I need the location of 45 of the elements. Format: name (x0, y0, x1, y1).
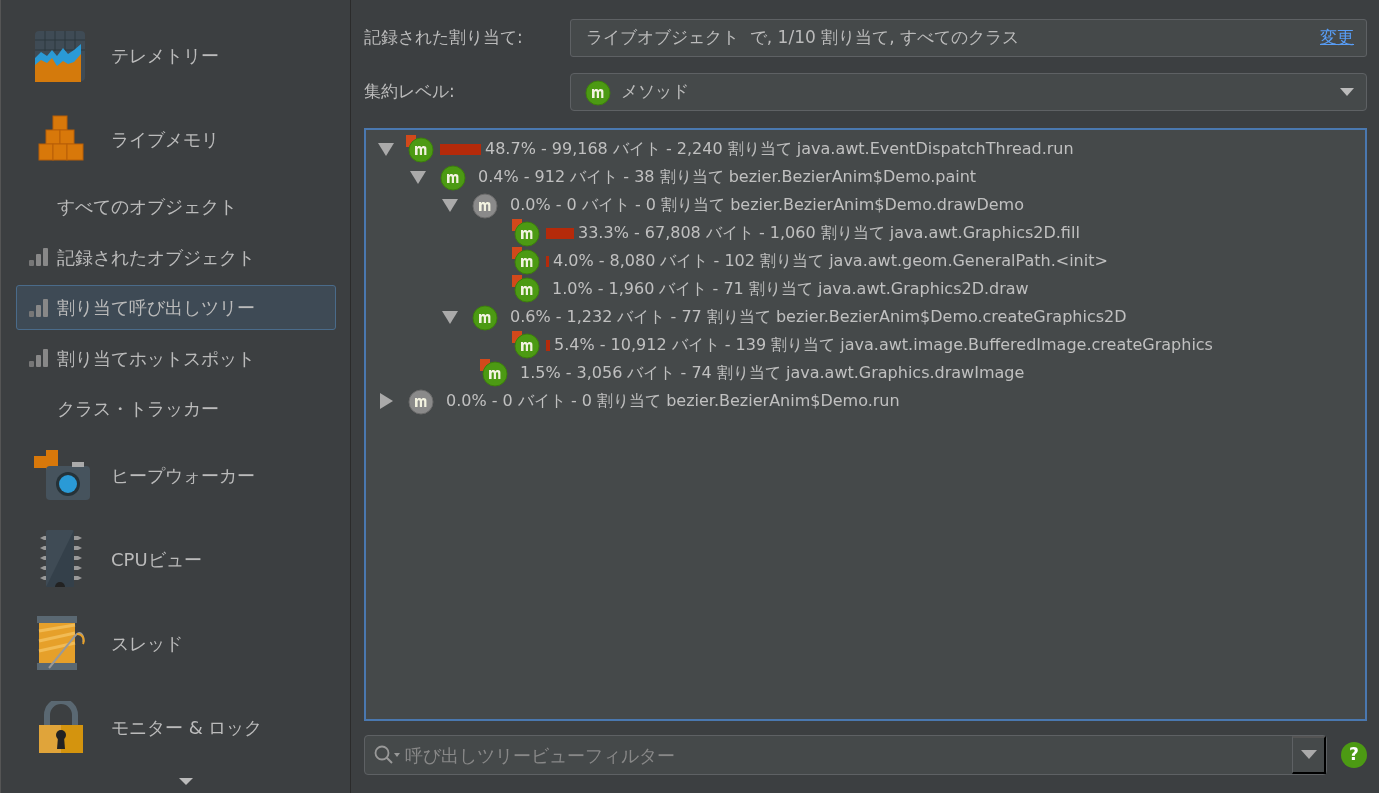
tree-node[interactable]: 48.7% - 99,168 バイト - 2,240 割り当て java.awt.EventDispatchThread.run (376, 135, 1365, 163)
sidebar-section[interactable]: ライブメモリ (16, 97, 336, 182)
change-link[interactable]: 変更 (1320, 25, 1354, 51)
allocation-bar (546, 339, 550, 351)
aggregation-level-dropdown[interactable]: メソッド (570, 73, 1367, 111)
sidebar-section[interactable]: モニター & ロック (16, 685, 336, 770)
aggregation-level-value: メソッド (621, 80, 689, 104)
tree-node[interactable]: 33.3% - 67,808 バイト - 1,060 割り当て java.awt.Graphics2D.fill (376, 219, 1365, 247)
tree-node[interactable]: 1.0% - 1,960 バイト - 71 割り当て java.awt.Graphics2D.draw (376, 275, 1365, 303)
method-icon (583, 78, 611, 106)
tree-node[interactable]: 0.6% - 1,232 バイト - 77 割り当て bezier.BezierAnim$Demo.createGraphics2D (376, 303, 1365, 331)
tree-node[interactable]: 5.4% - 10,912 バイト - 139 割り当て java.awt.image.BufferedImage.createGraphics (376, 331, 1365, 359)
tree-node[interactable]: 1.5% - 3,056 バイト - 74 割り当て java.awt.Graphics.drawImage (376, 359, 1365, 387)
padlock-icon (39, 701, 83, 754)
sidebar-item[interactable]: クラス・トラッカー (16, 386, 336, 431)
recorded-allocations-label: 記録された割り当て: (364, 26, 524, 50)
expanded-toggle-icon[interactable] (408, 168, 428, 186)
scroll-down-icon[interactable] (179, 777, 193, 786)
recorded-allocations-value: ライブオブジェクト で, 1/10 割り当て, すべてのクラス (586, 26, 1019, 50)
tree-node[interactable]: 4.0% - 8,080 バイト - 102 割り当て java.awt.geom.GeneralPath.<init> (376, 247, 1365, 275)
caret-icon (1340, 87, 1354, 97)
sidebar-section[interactable]: スレッド (16, 601, 336, 686)
sidebar-item[interactable]: 割り当て呼び出しツリー (16, 285, 336, 330)
expanded-toggle-icon[interactable] (376, 140, 396, 158)
caret-icon (1300, 750, 1317, 760)
allocation-bar (546, 255, 549, 267)
expanded-toggle-icon[interactable] (440, 308, 460, 326)
expanded-toggle-icon[interactable] (440, 196, 460, 214)
spool-icon (35, 616, 87, 671)
tree-node[interactable]: 0.0% - 0 バイト - 0 割り当て bezier.BezierAnim$Demo.run (376, 387, 1365, 415)
sidebar-item[interactable]: すべてのオブジェクト (16, 184, 336, 230)
filter-dropdown-button[interactable] (1292, 736, 1326, 774)
chart-icon (34, 29, 88, 82)
help-icon[interactable]: ? (1341, 742, 1367, 768)
sidebar-item[interactable]: 記録されたオブジェクト (16, 235, 336, 280)
allocation-bar (546, 227, 574, 239)
tree-node[interactable]: 0.4% - 912 バイト - 38 割り当て bezier.BezierAnim$Demo.paint (376, 163, 1365, 191)
sidebar-item[interactable]: 割り当てホットスポット (16, 335, 336, 381)
sidebar-section[interactable]: ヒープウォーカー (16, 433, 336, 518)
aggregation-level-label: 集約レベル: (364, 80, 456, 104)
sidebar-section[interactable]: テレメトリー (16, 14, 336, 98)
tree-node[interactable]: 0.0% - 0 バイト - 0 割り当て bezier.BezierAnim$Demo.drawDemo (376, 191, 1365, 219)
sidebar-section[interactable]: CPUビュー (16, 517, 336, 602)
search-icon (373, 744, 403, 766)
allocation-bar (440, 143, 481, 155)
